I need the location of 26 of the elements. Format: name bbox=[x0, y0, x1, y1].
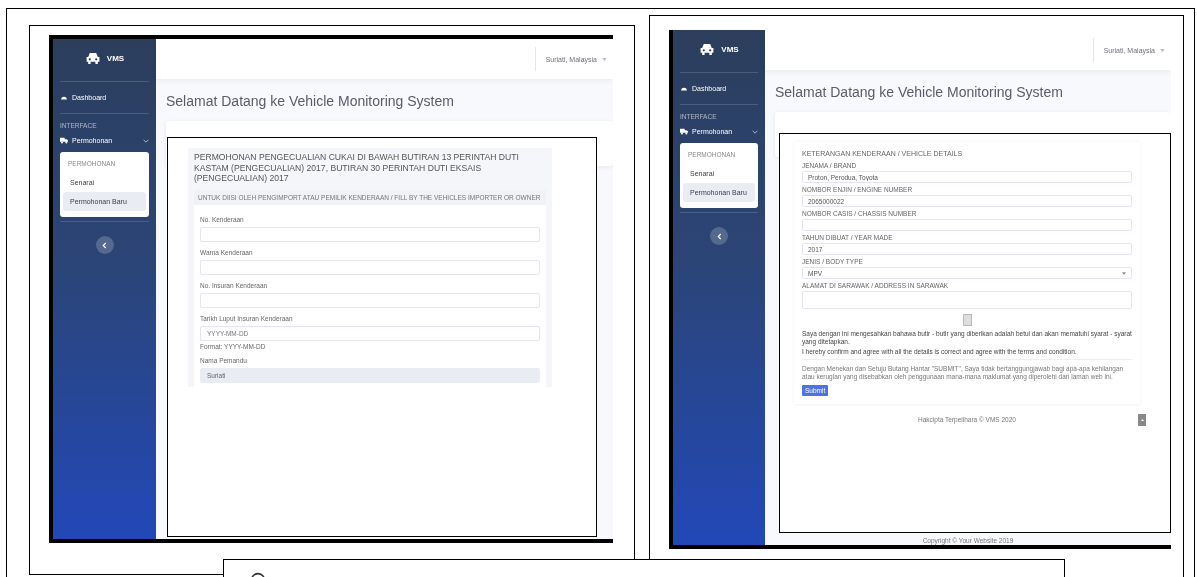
brand-name: VMS bbox=[721, 44, 739, 54]
car-icon bbox=[699, 42, 716, 56]
sidebar-toggle-button[interactable] bbox=[95, 236, 114, 254]
dashboard-icon bbox=[680, 85, 688, 92]
brand-name: VMS bbox=[106, 53, 125, 63]
truck-icon bbox=[60, 137, 68, 144]
truck-icon bbox=[680, 128, 688, 135]
sidebar-toggle-button[interactable] bbox=[710, 227, 728, 245]
page-heading: Selamat Datang ke Vehicle Monitoring System bbox=[775, 84, 1064, 100]
car-icon bbox=[84, 51, 101, 65]
chevron-left-icon bbox=[102, 241, 107, 249]
chevron-left-icon bbox=[716, 232, 722, 240]
scroll-top-button[interactable] bbox=[1138, 414, 1146, 426]
input-field[interactable] bbox=[200, 293, 540, 309]
caret-icon bbox=[602, 57, 607, 61]
dashboard-icon bbox=[60, 94, 68, 101]
input-field[interactable] bbox=[200, 260, 540, 276]
page-heading: Selamat Datang ke Vehicle Monitoring System bbox=[166, 93, 455, 109]
form-title: PERMOHONAN PENGECUALIAN CUKAI DI BAWAH BUTIRAN 13 PERINTAH DUTI KASTAM (PENGECUALIAN) 2017, BUTIRAN 30 PERINTAH DUTI EKSAIS (PENGECUALIAN) 2017 bbox=[194, 152, 520, 185]
input-field[interactable] bbox=[802, 219, 1132, 231]
checkbox[interactable] bbox=[962, 314, 972, 326]
textarea-field[interactable] bbox=[802, 291, 1132, 309]
caret-up-icon bbox=[1140, 419, 1144, 421]
caret-icon bbox=[1122, 271, 1126, 275]
input-field[interactable] bbox=[200, 227, 540, 243]
caret-icon bbox=[1160, 48, 1165, 52]
